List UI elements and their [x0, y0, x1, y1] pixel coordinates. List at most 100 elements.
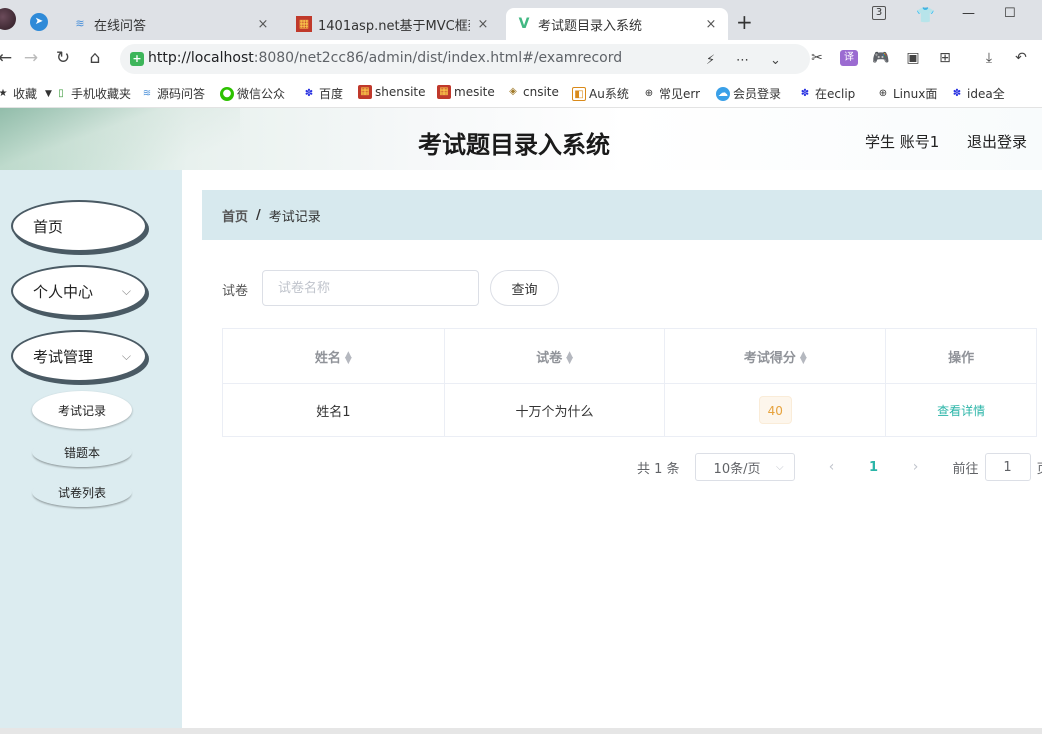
- wifi-favicon-icon: ≋: [75, 17, 85, 30]
- chevron-down-icon: ⌵: [121, 349, 131, 363]
- logout-link[interactable]: 退出登录: [967, 131, 1027, 152]
- query-button[interactable]: 查询: [490, 270, 559, 306]
- next-page-icon[interactable]: ›: [901, 459, 931, 475]
- shirt-icon[interactable]: 👕: [916, 6, 935, 24]
- bookmark-item[interactable]: ▦ mesite: [437, 85, 495, 99]
- baidu-paw-icon: ✽: [952, 87, 962, 99]
- maximize-icon[interactable]: ☐: [1004, 6, 1016, 21]
- main-content: 首页 / 考试记录 试卷 查询 姓名▲▼ 试卷▲▼ 考试得分▲▼ 操作 姓名1 …: [182, 170, 1042, 734]
- browser-tab-2[interactable]: ▦ 1401asp.net基于MVC框架家 ×: [286, 8, 500, 40]
- page-number-current[interactable]: 1: [859, 460, 889, 475]
- bookmark-item[interactable]: ☁ 会员登录: [716, 85, 781, 102]
- page-suffix-label: 页: [1037, 458, 1042, 477]
- minimize-icon[interactable]: —: [962, 6, 975, 21]
- sidebar-item-exam-management[interactable]: 考试管理 ⌵: [11, 330, 147, 382]
- exam-record-table: 姓名 ▲ ▼ 试卷 ▲ ▼ 考试得分 ▲ ▼ 操作 姓名1 十万个为什么 40 查看详情: [222, 328, 1037, 437]
- home-icon[interactable]: ⌂: [84, 48, 106, 68]
- column-header-name[interactable]: 姓名 ▲ ▼: [222, 328, 445, 384]
- vue-favicon-icon: V: [518, 16, 530, 32]
- sidebar-subitem-label: 错题本: [63, 445, 100, 460]
- bookmark-item[interactable]: ✽ 在eclip: [798, 85, 855, 102]
- au-site-icon: ◧: [572, 86, 586, 101]
- tab-close-icon[interactable]: ×: [256, 17, 270, 32]
- lightning-icon[interactable]: ⚡: [706, 53, 715, 68]
- tab-title: 1401asp.net基于MVC框架家: [318, 18, 470, 34]
- bookmark-item[interactable]: ✽ 百度: [302, 85, 343, 102]
- sort-caret-icon[interactable]: ▲ ▼: [566, 351, 573, 366]
- red-site-icon: ▦: [358, 85, 372, 99]
- wechat-icon: ●: [220, 86, 234, 101]
- bookmark-item[interactable]: ▯ 手机收藏夹: [54, 85, 131, 102]
- red-favicon-icon: ▦: [296, 16, 312, 32]
- browser-toolbar: ← → ↻ ⌂ + http://localhost:8080/net2cc86…: [0, 40, 1042, 78]
- sort-caret-icon[interactable]: ▲ ▼: [800, 351, 807, 366]
- translate-icon[interactable]: 译: [840, 50, 858, 66]
- profile-avatar[interactable]: [0, 8, 16, 30]
- column-header-actions: 操作: [885, 328, 1037, 384]
- tab-close-icon[interactable]: ×: [704, 17, 718, 32]
- goto-label: 前往: [952, 461, 979, 477]
- prev-page-icon[interactable]: ‹: [817, 459, 847, 475]
- sidebar-item-personal-center[interactable]: 个人中心 ⌵: [11, 265, 147, 317]
- view-details-link[interactable]: 查看详情: [937, 404, 985, 418]
- reload-icon[interactable]: ↻: [52, 48, 74, 68]
- breadcrumb: 首页 / 考试记录: [202, 190, 1042, 240]
- new-tab-button[interactable]: +: [736, 10, 753, 34]
- search-label: 试卷: [222, 284, 249, 299]
- bookmark-item[interactable]: ◈ cnsite: [506, 85, 559, 99]
- chevron-down-icon: ⌵: [121, 284, 131, 298]
- app-header: 考试题目录入系统 学生 账号1 退出登录: [0, 108, 1042, 170]
- apps-grid-icon[interactable]: ⊞: [936, 50, 954, 66]
- url-text[interactable]: http://localhost:8080/net2cc86/admin/dis…: [148, 50, 622, 66]
- sidebar-subitem-paper-list[interactable]: 试卷列表: [32, 477, 132, 507]
- browser-tab-1[interactable]: ≋ 在线问答 ×: [62, 8, 280, 40]
- extension-box-icon[interactable]: ▣: [904, 50, 922, 66]
- bookmark-item[interactable]: ★ 收藏 ▼: [0, 85, 52, 102]
- column-header-paper[interactable]: 试卷 ▲ ▼: [443, 328, 666, 384]
- tab-count-icon[interactable]: 3: [872, 6, 886, 20]
- sidebar-item-label: 个人中心: [33, 282, 94, 301]
- sidebar-item-label: 首页: [33, 217, 64, 236]
- tab-title: 考试题目录入系统: [538, 18, 643, 34]
- sidebar-subitem-exam-records[interactable]: 考试记录: [32, 391, 132, 429]
- bookmark-item[interactable]: ▦ shensite: [358, 85, 426, 99]
- tab-close-icon[interactable]: ×: [476, 17, 490, 32]
- more-icon[interactable]: ⋯: [736, 53, 749, 68]
- bookmark-item[interactable]: ✽ idea全: [950, 85, 1005, 102]
- star-icon: ★: [0, 87, 8, 99]
- sidebar-subitem-wrong-questions[interactable]: 错题本: [32, 437, 132, 467]
- current-user: 学生 账号1: [865, 133, 940, 151]
- telegram-icon[interactable]: ➤: [30, 13, 48, 31]
- sidebar-item-home[interactable]: 首页: [11, 200, 147, 252]
- column-header-score[interactable]: 考试得分 ▲ ▼: [664, 328, 887, 384]
- globe-icon: ⊕: [878, 87, 888, 99]
- breadcrumb-separator: /: [256, 207, 261, 223]
- sidebar-subitem-label: 试卷列表: [57, 485, 106, 500]
- bookmark-item[interactable]: ≋ 源码问答: [140, 85, 205, 102]
- bookmark-item[interactable]: ● 微信公众: [220, 85, 285, 102]
- table-header-row: 姓名 ▲ ▼ 试卷 ▲ ▼ 考试得分 ▲ ▼ 操作: [222, 328, 1037, 384]
- header-decoration: [0, 108, 240, 170]
- scissors-icon[interactable]: ✂: [808, 50, 826, 66]
- horizontal-scrollbar[interactable]: [0, 728, 1042, 734]
- tab-title: 在线问答: [94, 18, 147, 34]
- breadcrumb-home[interactable]: 首页: [222, 206, 248, 225]
- back-icon[interactable]: ←: [0, 48, 16, 68]
- sort-caret-icon[interactable]: ▲ ▼: [345, 351, 352, 366]
- forward-icon[interactable]: →: [20, 48, 42, 68]
- gamepad-icon[interactable]: 🎮: [872, 50, 890, 66]
- bookmark-item[interactable]: ⊕ Linux面: [876, 85, 937, 102]
- download-icon[interactable]: ⤓: [980, 50, 998, 66]
- undo-icon[interactable]: ↶: [1012, 50, 1030, 66]
- chevron-down-icon[interactable]: ⌄: [770, 53, 781, 68]
- bookmark-item[interactable]: ◧ Au系统: [572, 85, 629, 102]
- cell-actions: 查看详情: [885, 383, 1037, 437]
- address-bar[interactable]: + http://localhost:8080/net2cc86/admin/d…: [120, 44, 810, 74]
- page-size-select[interactable]: 10条/页 ⌵: [694, 453, 795, 481]
- table-row: 姓名1 十万个为什么 40 查看详情: [222, 383, 1037, 437]
- paper-search-input[interactable]: [262, 270, 479, 306]
- goto-page-input[interactable]: [984, 453, 1031, 481]
- browser-tab-3-active[interactable]: V 考试题目录入系统 ×: [506, 8, 728, 40]
- secure-shield-icon: +: [130, 52, 144, 66]
- bookmark-item[interactable]: ⊕ 常见err: [642, 85, 700, 102]
